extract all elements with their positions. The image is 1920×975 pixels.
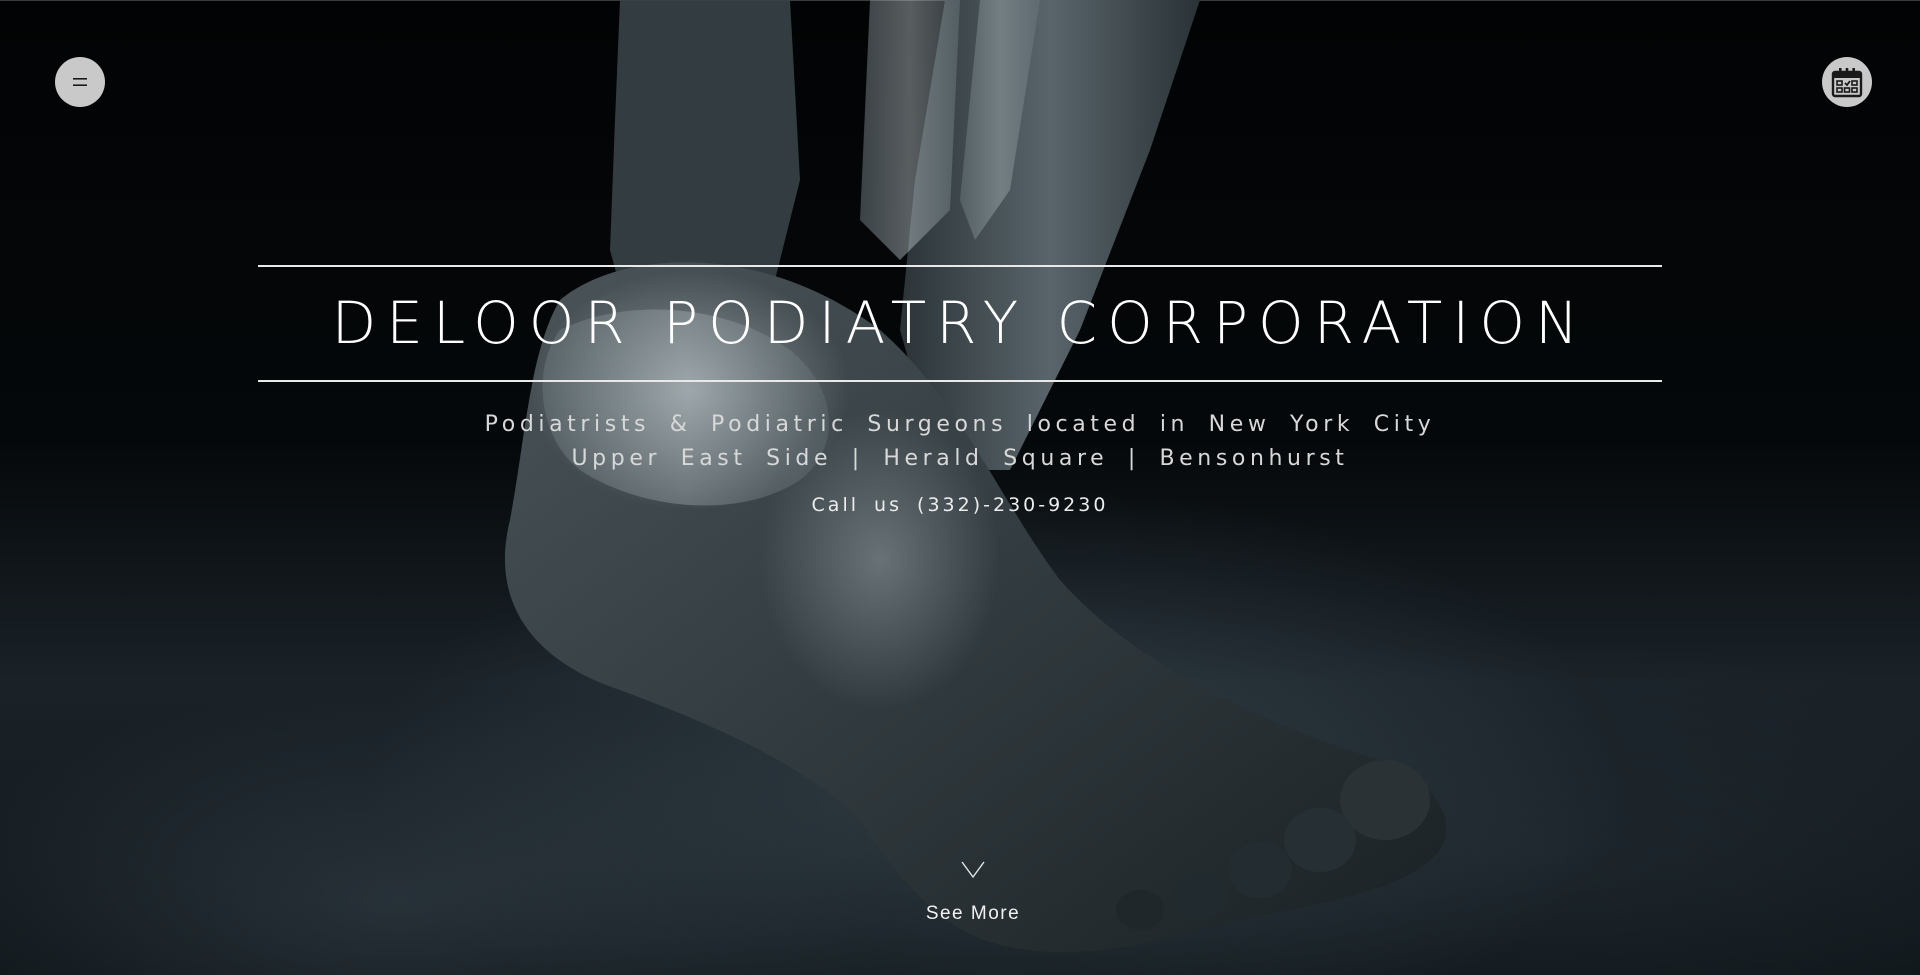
page-title: DELOOR PODIATRY CORPORATION — [331, 289, 1589, 357]
see-more-label: See More — [925, 903, 1021, 924]
menu-button[interactable] — [55, 57, 105, 107]
calendar-icon — [1831, 68, 1863, 98]
phone-line: Call us (332)-230-9230 — [0, 491, 1920, 519]
title-divider-bottom — [258, 380, 1662, 382]
foot-xray-image — [504, 0, 1447, 953]
phone-link[interactable]: (332)-230-9230 — [917, 494, 1108, 516]
hero-section: DELOOR PODIATRY CORPORATION Podiatrists … — [0, 0, 1920, 975]
tagline: Podiatrists & Podiatric Surgeons located… — [484, 412, 1436, 437]
locations-list: Upper East Side | Herald Square | Benson… — [571, 446, 1349, 471]
menu-icon — [73, 78, 87, 86]
see-more-button[interactable]: See More — [910, 858, 1036, 928]
phone-prefix: Call us — [811, 494, 902, 516]
chevron-down-icon — [961, 861, 985, 879]
book-appointment-button[interactable] — [1822, 57, 1872, 107]
title-divider-top — [258, 265, 1662, 267]
